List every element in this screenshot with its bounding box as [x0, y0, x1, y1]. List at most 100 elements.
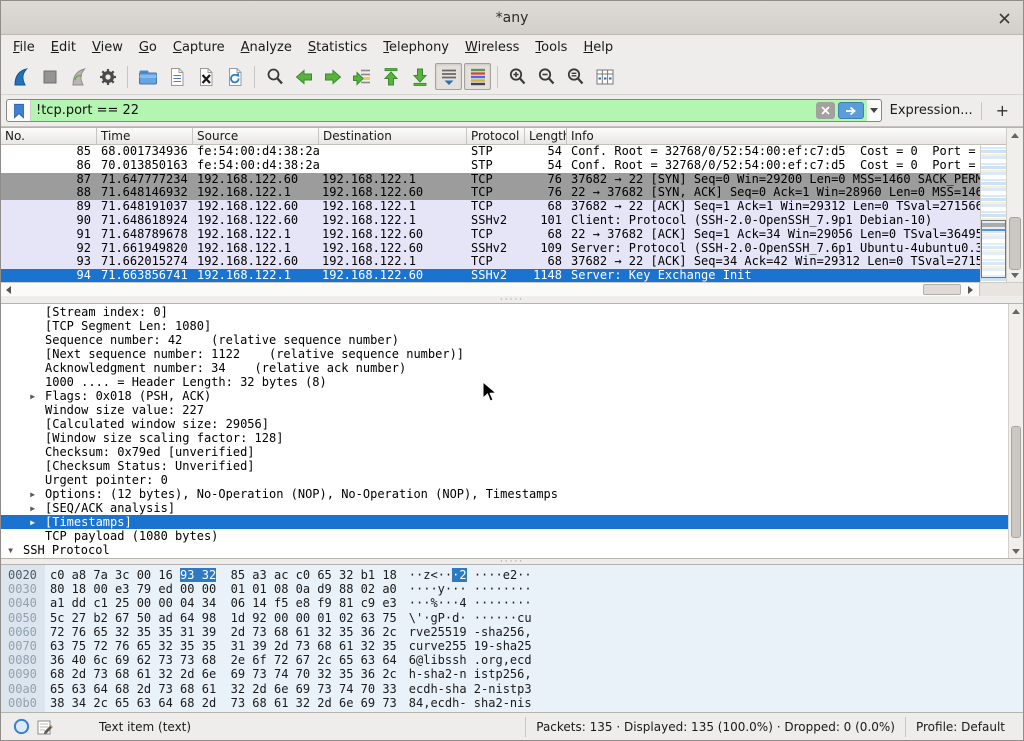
column-header-destination[interactable]: Destination	[319, 128, 467, 144]
resize-columns-button[interactable]	[591, 63, 618, 90]
chevron-right-icon[interactable]: ▸	[29, 557, 45, 558]
details-vertical-scrollbar[interactable]	[1008, 304, 1023, 558]
column-header-time[interactable]: Time	[97, 128, 193, 144]
tree-item[interactable]: Checksum: 0x79ed [unverified]	[1, 445, 1008, 459]
packet-row[interactable]: 8971.648191037192.168.122.60192.168.122.…	[1, 200, 981, 214]
menu-view[interactable]: View	[84, 38, 131, 57]
zoom-out-button[interactable]	[533, 63, 560, 90]
column-header-protocol[interactable]: Protocol	[467, 128, 525, 144]
filter-apply-button[interactable]	[838, 102, 864, 119]
tree-item[interactable]: Acknowledgment number: 34 (relative ack …	[1, 361, 1008, 375]
go-to-packet-button[interactable]	[348, 63, 375, 90]
chevron-right-icon[interactable]: ▸	[29, 501, 45, 515]
filter-bookmark-button[interactable]	[7, 100, 31, 121]
tree-item[interactable]: TCP payload (1080 bytes)	[1, 529, 1008, 543]
menu-analyze[interactable]: Analyze	[233, 38, 300, 57]
menu-go[interactable]: Go	[131, 38, 165, 57]
tree-item[interactable]: ▸Flags: 0x018 (PSH, ACK)	[1, 389, 1008, 403]
open-file-button[interactable]	[134, 63, 161, 90]
hex-row[interactable]: 00b038 34 2c 65 63 64 68 2d 73 68 61 32 …	[1, 696, 1023, 710]
packet-row[interactable]: 8771.647777234192.168.122.60192.168.122.…	[1, 173, 981, 187]
scroll-down-button[interactable]	[1009, 544, 1023, 558]
scroll-up-button[interactable]	[1007, 128, 1023, 142]
hex-row[interactable]: 003080 18 00 e3 79 ed 00 00 01 01 08 0a …	[1, 582, 1023, 596]
column-header-length[interactable]: Length	[525, 128, 567, 144]
zoom-in-button[interactable]	[504, 63, 531, 90]
hex-row[interactable]: 009068 2d 73 68 61 32 2d 6e 69 73 74 70 …	[1, 667, 1023, 681]
hex-row[interactable]: 00505c 27 b2 67 50 ad 64 98 1d 92 00 00 …	[1, 611, 1023, 625]
packet-row[interactable]: 9271.661949820192.168.122.1192.168.122.6…	[1, 242, 981, 256]
find-packet-button[interactable]	[261, 63, 288, 90]
display-filter-field[interactable]: !tcp.port == 22	[6, 99, 882, 122]
menu-capture[interactable]: Capture	[165, 38, 233, 57]
menu-edit[interactable]: Edit	[43, 38, 84, 57]
tree-item[interactable]: ▸[Timestamps]	[1, 515, 1008, 529]
tree-item[interactable]: [Calculated window size: 29056]	[1, 417, 1008, 431]
horizontal-scroll-thumb[interactable]	[923, 284, 961, 295]
hex-row[interactable]: 007063 75 72 76 65 32 35 35 31 39 2d 73 …	[1, 639, 1023, 653]
close-window-button[interactable]	[995, 9, 1013, 27]
colorize-toggle[interactable]	[464, 63, 491, 90]
expert-info-button[interactable]	[11, 717, 31, 737]
profile-status[interactable]: Profile: Default	[905, 717, 1015, 737]
column-header-info[interactable]: Info	[567, 128, 1023, 144]
chevron-right-icon[interactable]: ▸	[29, 515, 45, 529]
column-header-source[interactable]: Source	[193, 128, 319, 144]
expression-button[interactable]: Expression...	[890, 103, 973, 118]
tree-item[interactable]: [Checksum Status: Unverified]	[1, 459, 1008, 473]
scroll-left-button[interactable]	[1, 283, 15, 296]
capture-start-button[interactable]	[7, 63, 34, 90]
menu-help[interactable]: Help	[575, 38, 621, 57]
packet-row[interactable]: 9471.663856741192.168.122.1192.168.122.6…	[1, 269, 981, 283]
menu-statistics[interactable]: Statistics	[300, 38, 375, 57]
scroll-down-button[interactable]	[1007, 268, 1023, 282]
go-first-packet-button[interactable]	[377, 63, 404, 90]
title-bar[interactable]: *any	[1, 1, 1023, 35]
tree-item[interactable]: ▾SSH Protocol	[1, 543, 1008, 557]
column-header-no[interactable]: No.	[1, 128, 97, 144]
hex-row[interactable]: 0020c0 a8 7a 3c 00 16 93 32 85 a3 ac c0 …	[1, 568, 1023, 582]
chevron-right-icon[interactable]: ▸	[29, 487, 45, 501]
tree-item[interactable]: ▸[SEQ/ACK analysis]	[1, 501, 1008, 515]
hex-row[interactable]: 00a065 63 64 68 2d 73 68 61 32 2d 6e 69 …	[1, 682, 1023, 696]
packet-row[interactable]: 8871.648146932192.168.122.1192.168.122.6…	[1, 186, 981, 200]
hex-row[interactable]: 0040a1 dd c1 25 00 00 04 34 06 14 f5 e8 …	[1, 596, 1023, 610]
packet-row[interactable]: 8568.001734936fe:54:00:d4:38:2aSTP54Conf…	[1, 145, 981, 159]
chevron-down-icon[interactable]: ▾	[7, 543, 23, 557]
zoom-reset-button[interactable]	[562, 63, 589, 90]
scroll-up-button[interactable]	[1009, 304, 1023, 318]
tree-item[interactable]: Window size value: 227	[1, 403, 1008, 417]
packet-row[interactable]: 8670.013850163fe:54:00:d4:38:2aSTP54Conf…	[1, 159, 981, 173]
filter-history-dropdown[interactable]	[867, 100, 881, 121]
pane-splitter-top[interactable]: ·····	[1, 296, 1023, 303]
display-filter-input[interactable]: !tcp.port == 22	[31, 100, 813, 121]
capture-restart-button[interactable]	[65, 63, 92, 90]
packet-row[interactable]: 9171.648789678192.168.122.1192.168.122.6…	[1, 228, 981, 242]
tree-item[interactable]: [Window size scaling factor: 128]	[1, 431, 1008, 445]
tree-item[interactable]: Sequence number: 42 (relative sequence n…	[1, 333, 1008, 347]
add-filter-button[interactable]: +	[990, 101, 1015, 120]
hex-row[interactable]: 006072 76 65 32 35 35 31 39 2d 73 68 61 …	[1, 625, 1023, 639]
tree-item[interactable]: 1000 .... = Header Length: 32 bytes (8)	[1, 375, 1008, 389]
tree-item[interactable]: [TCP Segment Len: 1080]	[1, 319, 1008, 333]
menu-file[interactable]: File	[5, 38, 43, 57]
go-back-button[interactable]	[290, 63, 317, 90]
tree-item[interactable]: [Next sequence number: 1122 (relative se…	[1, 347, 1008, 361]
packet-list-vertical-scrollbar[interactable]	[1006, 128, 1023, 282]
tree-item[interactable]: Urgent pointer: 0	[1, 473, 1008, 487]
save-file-button[interactable]	[163, 63, 190, 90]
go-forward-button[interactable]	[319, 63, 346, 90]
packet-list-minimap[interactable]	[980, 145, 1006, 282]
minimap-view-thumb[interactable]	[981, 220, 1006, 278]
tree-item[interactable]: [Stream index: 0]	[1, 305, 1008, 319]
chevron-right-icon[interactable]: ▸	[29, 389, 45, 403]
tree-item[interactable]: ▸SSH Version 2 (encryption:chacha20-poly…	[1, 557, 1008, 558]
close-file-button[interactable]	[192, 63, 219, 90]
go-last-packet-button[interactable]	[406, 63, 433, 90]
scroll-right-button[interactable]	[963, 283, 977, 296]
packet-list-horizontal-scrollbar[interactable]	[1, 282, 1023, 296]
packet-row[interactable]: 9371.662015274192.168.122.60192.168.122.…	[1, 255, 981, 269]
auto-scroll-toggle[interactable]	[435, 63, 462, 90]
packet-row[interactable]: 9071.648618924192.168.122.60192.168.122.…	[1, 214, 981, 228]
filter-clear-button[interactable]	[816, 102, 835, 119]
